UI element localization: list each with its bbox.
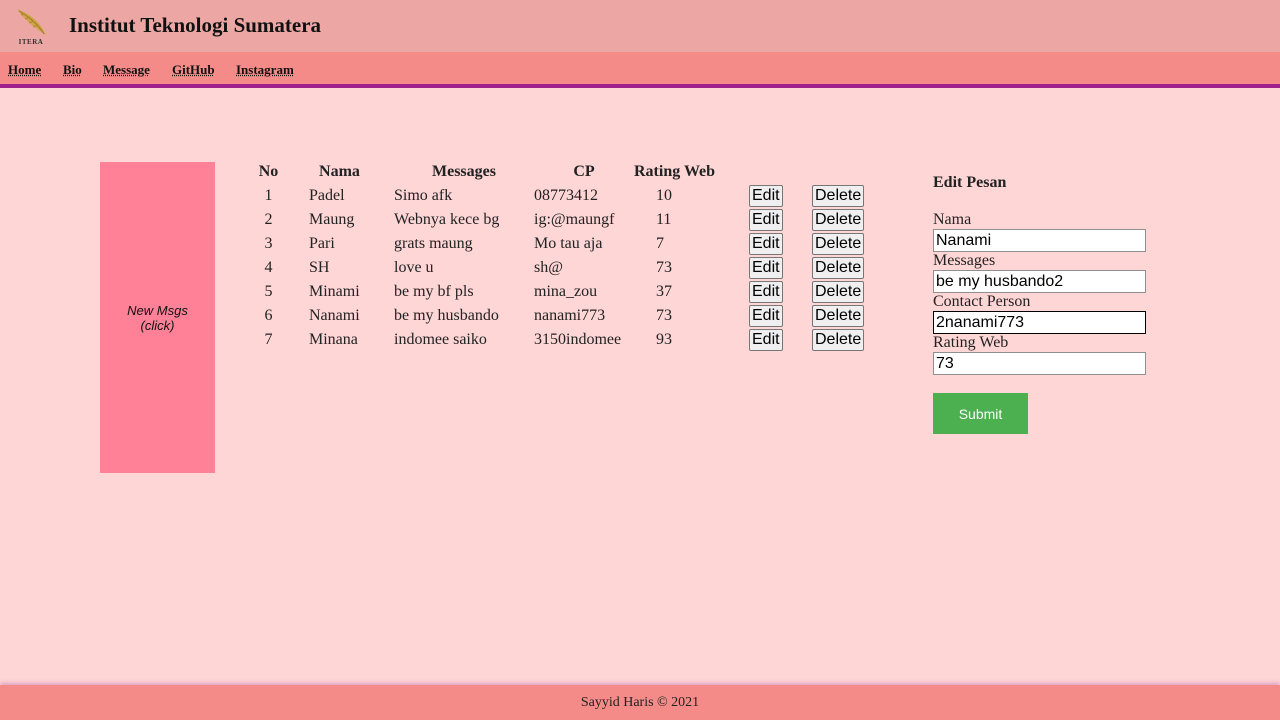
row-nama: Padel [309,187,345,204]
row-cp: ig:@maungf [534,211,615,228]
table-header-row: No Nama Messages CP Rating Web [252,160,872,184]
footer-text: Sayyid Haris © 2021 [580,695,700,710]
row-nama: Nanami [309,307,360,324]
edit-button[interactable]: Edit [749,209,783,231]
row-cp: 3150indomee [534,331,622,348]
row-message: be my bf pls [394,283,474,300]
site-header: ITERA Institut Teknologi Sumatera [0,0,1280,52]
row-no: 1 [264,187,273,204]
edit-button[interactable]: Edit [749,281,783,303]
messages-label: Messages [933,252,996,269]
feather-icon [17,9,46,35]
row-nama: Minami [309,283,360,300]
col-nama: Nama [319,163,360,180]
edit-message-form: Edit Pesan Nama Messages Contact Person … [933,174,1153,434]
edit-button[interactable]: Edit [749,329,783,351]
table-row: 7 Minana indomee saiko 3150indomee 93 Edit Del… [252,328,872,352]
delete-button[interactable]: Delete [812,257,865,279]
delete-button[interactable]: Delete [812,209,865,231]
row-nama: Pari [309,235,335,252]
delete-button[interactable]: Delete [812,329,865,351]
row-nama: Minana [309,331,358,348]
footer: Sayyid Haris © 2021 [0,685,1280,720]
row-rating: 73 [656,307,672,324]
nav-github[interactable]: GitHub [172,62,215,78]
row-rating: 10 [656,187,672,204]
nav-bio[interactable]: Bio [63,62,82,78]
row-cp: Mo tau aja [534,235,603,252]
edit-button[interactable]: Edit [749,305,783,327]
form-title: Edit Pesan [933,174,1007,191]
delete-button[interactable]: Delete [812,305,865,327]
edit-button[interactable]: Edit [749,185,783,207]
contact-person-label: Contact Person [933,293,1031,310]
table-row: 4 SH love u sh@ 73 Edit Delete [252,256,872,280]
new-msgs-label: New Msgs [127,302,188,318]
row-cp: sh@ [534,259,563,276]
main-nav: Home Bio Message GitHub Instagram [0,52,1280,88]
row-message: grats maung [394,235,473,252]
table-row: 2 Maung Webnya kece bg ig:@maungf 11 Edit Dele… [252,208,872,232]
table-row: 6 Nanami be my husbando nanami773 73 Edit Dele… [252,304,872,328]
nav-home[interactable]: Home [8,62,41,78]
row-rating: 93 [656,331,672,348]
delete-button[interactable]: Delete [812,281,865,303]
row-no: 2 [264,211,273,228]
edit-button[interactable]: Edit [749,257,783,279]
delete-button[interactable]: Delete [812,233,865,255]
itera-logo: ITERA [13,7,49,47]
delete-button[interactable]: Delete [812,185,865,207]
row-no: 5 [264,283,273,300]
messages-input[interactable] [933,270,1146,293]
row-cp: nanami773 [534,307,606,324]
new-msgs-button[interactable]: New Msgs (click) [100,162,215,473]
row-no: 4 [264,259,273,276]
nama-input[interactable] [933,229,1146,252]
row-nama: SH [309,259,330,276]
row-no: 6 [264,307,273,324]
row-nama: Maung [309,211,355,228]
nama-label: Nama [933,211,972,228]
row-no: 3 [264,235,273,252]
table-row: 1 Padel Simo afk 08773412 10 Edit Delete [252,184,872,208]
table-row: 5 Minami be my bf pls mina_zou 37 Edit Delete [252,280,872,304]
row-rating: 11 [656,211,672,228]
row-rating: 73 [656,259,672,276]
logo-text: ITERA [18,38,44,46]
row-rating: 7 [656,235,664,252]
col-cp: CP [573,163,595,180]
row-message: Simo afk [394,187,453,204]
row-message: be my husbando [394,307,499,324]
nav-instagram[interactable]: Instagram [236,62,294,78]
rating-label: Rating Web [933,334,1009,351]
col-rating: Rating Web [634,163,716,180]
col-messages: Messages [432,163,496,180]
row-rating: 37 [656,283,672,300]
contact-person-input[interactable] [933,311,1146,334]
nav-message[interactable]: Message [103,62,150,78]
col-no: No [258,163,279,180]
rating-input[interactable] [933,352,1146,375]
messages-table: No Nama Messages CP Rating Web 1 Padel Sim… [252,160,872,352]
row-cp: mina_zou [534,283,598,300]
row-message: love u [394,259,434,276]
edit-button[interactable]: Edit [749,233,783,255]
row-message: indomee saiko [394,331,487,348]
site-title: Institut Teknologi Sumatera [69,13,322,37]
row-cp: 08773412 [534,187,598,204]
row-no: 7 [264,331,273,348]
table-row: 3 Pari grats maung Mo tau aja 7 Edit Delete [252,232,872,256]
row-message: Webnya kece bg [394,211,500,228]
new-msgs-hint: (click) [140,317,175,333]
submit-button[interactable]: Submit [933,393,1028,434]
